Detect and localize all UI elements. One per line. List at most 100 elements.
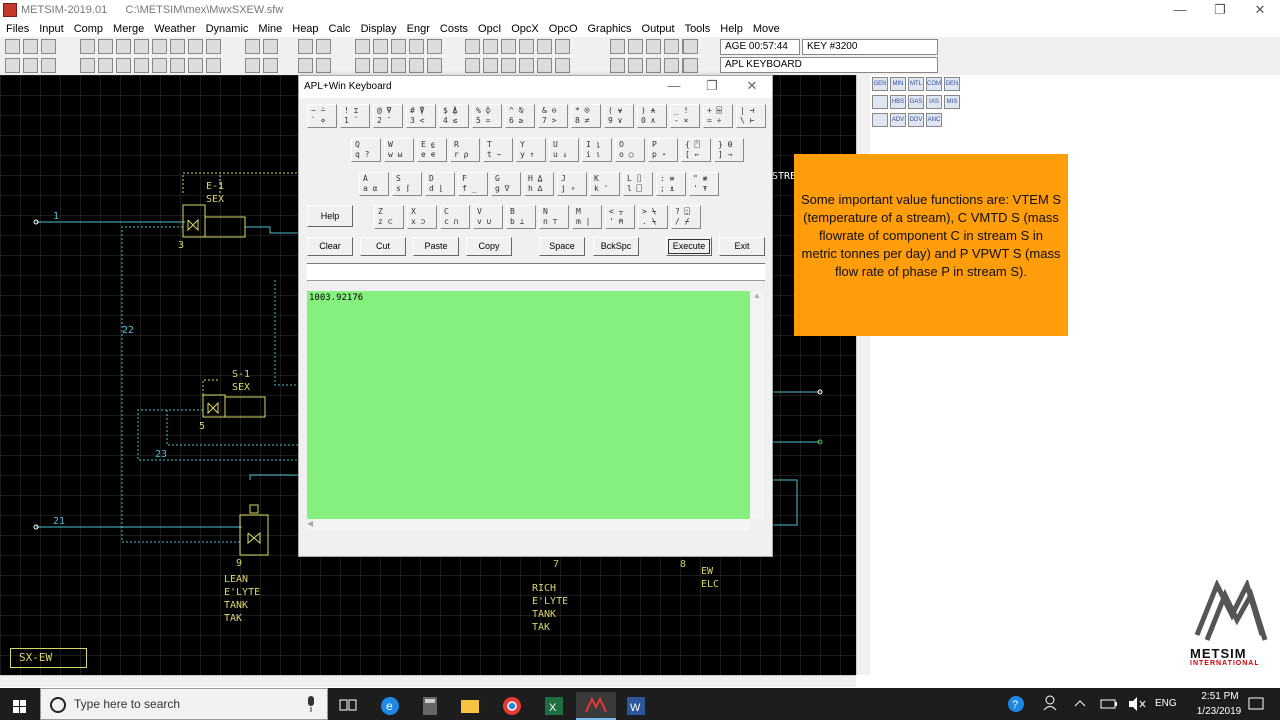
toolbar-tool-icon[interactable] <box>409 39 424 54</box>
apl-key[interactable]: { ⍞[ ← <box>681 138 711 162</box>
palette-button-den[interactable]: DEN <box>944 77 960 91</box>
palette-button-blank[interactable] <box>872 95 888 109</box>
toolbar-tool-icon[interactable] <box>41 58 56 73</box>
apl-key[interactable]: Kk ' <box>590 172 620 196</box>
toolbar-tool-icon[interactable] <box>80 58 95 73</box>
menu-merge[interactable]: Merge <box>113 23 144 35</box>
palette-button-com[interactable]: COM <box>926 77 942 91</box>
palette-button-min[interactable]: MIN <box>890 77 906 91</box>
toolbar-tool-icon[interactable] <box>170 39 185 54</box>
toolbar-tool-icon[interactable] <box>316 39 331 54</box>
apl-key[interactable]: Oo ○ <box>615 138 645 162</box>
apl-key[interactable]: Gg ∇ <box>491 172 521 196</box>
menu-move[interactable]: Move <box>753 23 780 35</box>
apl-key[interactable]: Ss ⌈ <box>392 172 422 196</box>
execute-button[interactable]: Execute <box>666 237 712 256</box>
apl-key[interactable]: ~ ⍨ ` ⋄ <box>307 104 337 128</box>
apl-key[interactable]: _ ! - × <box>670 104 700 128</box>
toolbar-tool-icon[interactable] <box>555 58 570 73</box>
apl-key[interactable]: } ⍬] → <box>714 138 744 162</box>
toolbar-tool-icon[interactable] <box>391 39 406 54</box>
apl-key[interactable]: Cc ∩ <box>440 205 470 229</box>
apl-key[interactable]: Zz ⊂ <box>374 205 404 229</box>
menu-weather[interactable]: Weather <box>154 23 195 35</box>
output-vertical-scrollbar[interactable]: ▲ <box>750 291 764 519</box>
menu-engr[interactable]: Engr <box>407 23 430 35</box>
apl-key[interactable]: & ⊖ 7 > <box>538 104 568 128</box>
toolbar-tool-icon[interactable] <box>628 58 643 73</box>
battery-icon[interactable] <box>1098 688 1120 720</box>
menu-costs[interactable]: Costs <box>440 23 468 35</box>
toolbar-tool-icon[interactable] <box>537 58 552 73</box>
file-explorer-icon[interactable] <box>452 692 492 720</box>
people-tray-icon[interactable] <box>1040 688 1062 720</box>
toolbar-tool-icon[interactable] <box>610 58 625 73</box>
apl-key[interactable]: Bb ⊥ <box>506 205 536 229</box>
toolbar-tool-icon[interactable] <box>501 58 516 73</box>
toolbar-tool-icon[interactable] <box>537 39 552 54</box>
apl-key[interactable]: Ff _ <box>458 172 488 196</box>
apl-key[interactable]: L ⌷ l ⎕ <box>623 172 653 196</box>
minimize-button[interactable]: — <box>1160 0 1200 20</box>
toolbar-tool-icon[interactable] <box>188 58 203 73</box>
toolbar-tool-icon[interactable] <box>134 58 149 73</box>
microphone-icon[interactable] <box>305 695 317 713</box>
toolbar-tool-icon[interactable] <box>23 39 38 54</box>
calculator-icon[interactable] <box>412 692 452 720</box>
palette-button-hbs[interactable]: HBS <box>890 95 906 109</box>
menu-help[interactable]: Help <box>720 23 743 35</box>
notifications-icon[interactable] <box>1245 688 1267 720</box>
toolbar-tool-icon[interactable] <box>355 39 370 54</box>
apl-key[interactable]: < ⍪ ' ⍝ <box>605 205 635 229</box>
palette-button-blank[interactable] <box>872 113 888 127</box>
menu-opcx[interactable]: OpcX <box>511 23 539 35</box>
toolbar-tool-icon[interactable] <box>427 39 442 54</box>
toolbar-tool-icon[interactable] <box>355 58 370 73</box>
bckspc-button[interactable]: BckSpc <box>593 237 639 256</box>
apl-key[interactable]: Vv ∪ <box>473 205 503 229</box>
apl-input-field[interactable] <box>307 263 765 281</box>
apl-key[interactable]: " ≢ ' ⍕ <box>689 172 719 196</box>
toolbar-tool-icon[interactable] <box>646 58 661 73</box>
clock-date[interactable]: 1/23/2019 <box>1184 706 1254 720</box>
apl-key[interactable]: Jj ∘ <box>557 172 587 196</box>
palette-button-mis[interactable]: MIS <box>944 95 960 109</box>
help-button[interactable]: Help <box>307 205 353 227</box>
excel-icon[interactable]: X <box>536 692 576 720</box>
copy-button[interactable]: Copy <box>466 237 512 256</box>
toolbar-tool-icon[interactable] <box>501 39 516 54</box>
toolbar-tool-icon[interactable] <box>98 39 113 54</box>
show-hidden-icons[interactable] <box>1070 688 1090 720</box>
toolbar-tool-icon[interactable] <box>664 39 679 54</box>
metsim-taskbar-icon[interactable] <box>576 692 616 720</box>
apl-key[interactable]: I ⍸ i ⍳ <box>582 138 612 162</box>
toolbar-tool-icon[interactable] <box>170 58 185 73</box>
menu-output[interactable]: Output <box>642 23 675 35</box>
toolbar-tool-icon[interactable] <box>465 58 480 73</box>
toolbar-tool-icon[interactable] <box>80 39 95 54</box>
apl-key[interactable]: Aa ⍺ <box>359 172 389 196</box>
toolbar-tool-icon[interactable] <box>206 58 221 73</box>
apl-maximize-button[interactable]: ❐ <box>699 78 725 94</box>
toolbar-tool-icon[interactable] <box>646 39 661 54</box>
language-indicator[interactable]: ENG <box>1155 688 1177 720</box>
apl-key[interactable]: Tt ~ <box>483 138 513 162</box>
word-icon[interactable]: W <box>618 692 658 720</box>
menu-comp[interactable]: Comp <box>74 23 103 35</box>
palette-button-ddv[interactable]: DDV <box>908 113 924 127</box>
toolbar-tool-icon[interactable] <box>23 58 38 73</box>
clock-time[interactable]: 2:51 PM <box>1190 691 1250 705</box>
menu-files[interactable]: Files <box>6 23 29 35</box>
apl-key[interactable]: ? ⍠ / ⌿ <box>671 205 701 229</box>
task-view-icon[interactable] <box>330 692 370 720</box>
toolbar-tool-icon[interactable] <box>519 58 534 73</box>
palette-button-mtl[interactable]: MTL <box>908 77 924 91</box>
output-horizontal-scrollbar[interactable]: ◀ <box>307 519 750 531</box>
toolbar-tool-icon[interactable] <box>610 39 625 54</box>
toolbar-tool-icon[interactable] <box>465 39 480 54</box>
toolbar-tool-icon[interactable] <box>5 58 20 73</box>
toolbar-tool-icon[interactable] <box>628 39 643 54</box>
maximize-button[interactable]: ❐ <box>1200 0 1240 20</box>
menu-calc[interactable]: Calc <box>329 23 351 35</box>
apl-key[interactable]: @ ⍫ 2 ¯ <box>373 104 403 128</box>
